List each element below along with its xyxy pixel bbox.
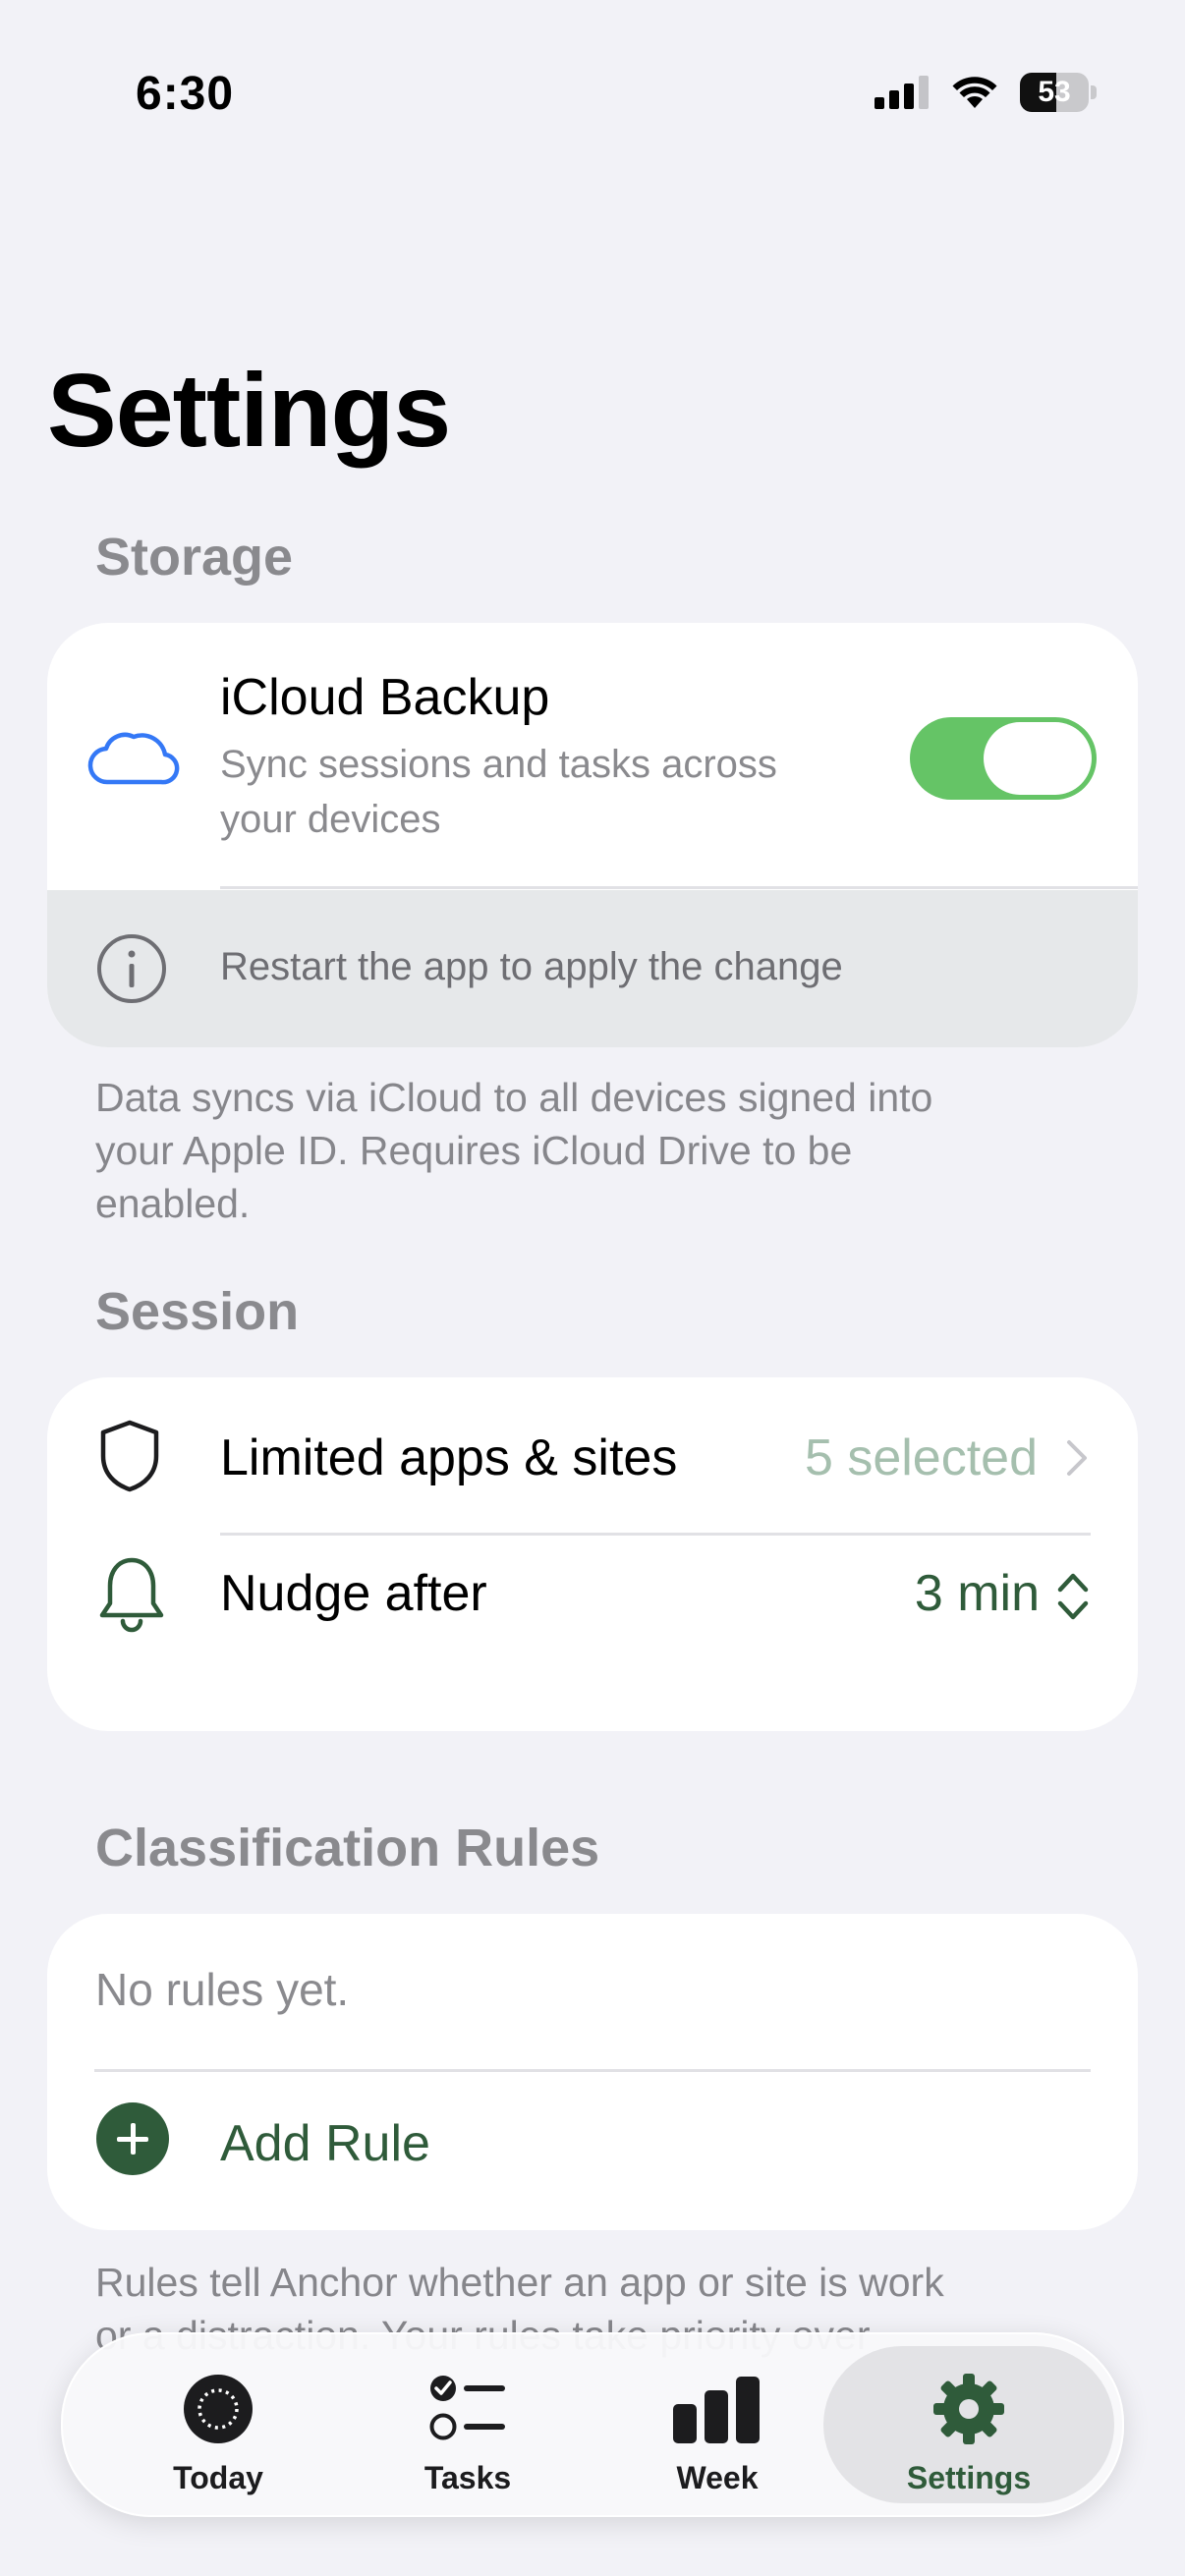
no-rules-text: No rules yet. — [95, 1964, 350, 2015]
tab-settings[interactable]: Settings — [871, 2334, 1067, 2515]
row-divider — [220, 886, 1138, 889]
icloud-backup-subtitle-line2: your devices — [220, 798, 441, 841]
gear-icon — [933, 2374, 1004, 2444]
add-rule-label: Add Rule — [220, 2115, 430, 2172]
tab-bar: Today Tasks Week Settings — [61, 2332, 1124, 2517]
battery-percent: 53 — [1038, 76, 1071, 108]
icloud-backup-title: iCloud Backup — [220, 669, 550, 726]
tab-today-label: Today — [173, 2460, 263, 2495]
tab-week[interactable]: Week — [619, 2334, 816, 2515]
status-icons: 53 — [875, 73, 1097, 112]
wifi-icon — [952, 77, 997, 108]
icloud-backup-subtitle-line1: Sync sessions and tasks across — [220, 743, 777, 786]
checklist-icon — [429, 2376, 505, 2440]
tab-today[interactable]: Today — [120, 2334, 316, 2515]
add-rule-button[interactable]: Add Rule — [47, 2071, 1138, 2230]
tab-tasks-label: Tasks — [423, 2460, 512, 2495]
session-card: Limited apps & sites 5 selected Nudge af… — [47, 1377, 1138, 1731]
battery-icon: 53 — [1020, 73, 1097, 112]
plus-circle-icon — [96, 2102, 169, 2175]
icloud-icon — [87, 732, 180, 785]
nudge-after-value[interactable]: 3 min — [915, 1564, 1040, 1623]
info-icon — [97, 934, 166, 1003]
icloud-backup-toggle[interactable] — [910, 717, 1097, 800]
storage-footer-note: Data syncs via iCloud to all devices sig… — [95, 1071, 1078, 1230]
nudge-after-row[interactable]: Nudge after 3 min — [47, 1535, 1138, 1731]
storage-footer-line1: Data syncs via iCloud to all devices sig… — [95, 1075, 933, 1120]
limited-apps-row[interactable]: Limited apps & sites 5 selected — [47, 1377, 1138, 1535]
chevron-right-icon — [1067, 1440, 1087, 1476]
cellular-signal-icon — [875, 76, 929, 109]
shield-icon — [100, 1420, 159, 1492]
restart-info-banner: Restart the app to apply the change — [47, 890, 1138, 1047]
storage-card: iCloud Backup Sync sessions and tasks ac… — [47, 623, 1138, 1047]
limited-apps-label: Limited apps & sites — [220, 1429, 678, 1486]
today-ring-icon — [184, 2375, 253, 2443]
restart-info-text: Restart the app to apply the change — [220, 945, 843, 988]
status-time: 6:30 — [136, 68, 235, 120]
session-section-header: Session — [95, 1282, 300, 1341]
nudge-after-label: Nudge after — [220, 1565, 487, 1622]
rules-footer-line1: Rules tell Anchor whether an app or site… — [95, 2260, 944, 2305]
storage-footer-line2: your Apple ID. Requires iCloud Drive to … — [95, 1128, 853, 1173]
tab-settings-label: Settings — [906, 2460, 1032, 2495]
limited-apps-value: 5 selected — [804, 1429, 1038, 1486]
tab-tasks[interactable]: Tasks — [369, 2334, 566, 2515]
storage-footer-line3: enabled. — [95, 1181, 251, 1226]
tab-week-label: Week — [676, 2460, 759, 2495]
page-title: Settings — [47, 353, 451, 469]
rules-section-header: Classification Rules — [95, 1819, 600, 1877]
rules-card: No rules yet. Add Rule — [47, 1914, 1138, 2230]
bar-chart-icon — [673, 2377, 760, 2443]
toggle-knob — [984, 722, 1092, 795]
up-down-chevron-icon[interactable] — [1055, 1570, 1091, 1623]
storage-section-header: Storage — [95, 528, 294, 587]
bell-icon — [99, 1557, 164, 1633]
